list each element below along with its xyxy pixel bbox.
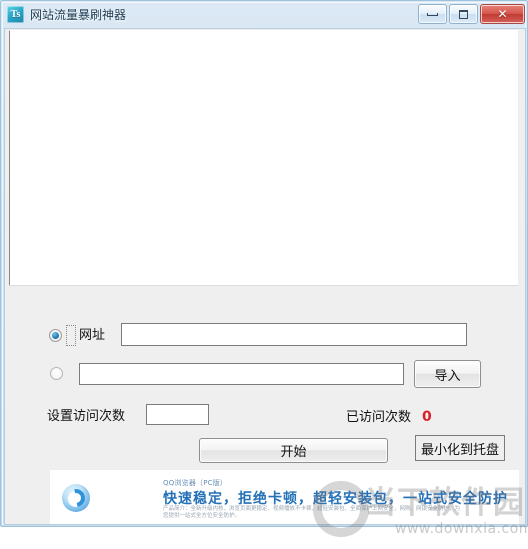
- import-button[interactable]: 导入: [414, 360, 481, 388]
- window-controls: ✕: [418, 4, 525, 24]
- qq-browser-logo-icon: [62, 484, 90, 512]
- ad-kicker: QQ浏览器（PC版）: [163, 479, 228, 487]
- minimize-icon: [419, 5, 446, 23]
- radio-focus-indicator: [66, 325, 76, 346]
- start-button[interactable]: 开始: [199, 438, 388, 463]
- url-label: 网址: [79, 328, 106, 343]
- ad-headline: 快速稳定，拒绝卡顿，超轻安装包，一站式安全防护: [163, 491, 508, 507]
- minimize-to-tray-button[interactable]: 最小化到托盘: [415, 435, 505, 461]
- visited-count-value: 0: [422, 409, 432, 425]
- panel-divider: [9, 285, 518, 286]
- client-area: 网址 导入 设置访问次数 已访问次数 0 开始 最小化到托盘 QQ浏览器（PC版…: [4, 28, 528, 537]
- minimize-button[interactable]: [418, 4, 447, 24]
- app-icon-glyph: Ts: [10, 9, 21, 20]
- application-window: Ts 网站流量暴刷神器 ✕ 网址 导入 设置访问次数 已访问次数 0 开始 最小…: [0, 0, 528, 537]
- visit-count-input[interactable]: [146, 404, 209, 425]
- browser-preview-panel[interactable]: [9, 30, 518, 286]
- window-title: 网站流量暴刷神器: [30, 8, 127, 22]
- close-button[interactable]: ✕: [480, 4, 525, 24]
- visited-count-label: 已访问次数: [346, 410, 412, 425]
- url-input[interactable]: [121, 323, 467, 346]
- app-icon: Ts: [7, 6, 24, 23]
- visit-count-label: 设置访问次数: [47, 409, 126, 424]
- advertisement-banner[interactable]: QQ浏览器（PC版） 快速稳定，拒绝卡顿，超轻安装包，一站式安全防护 产品简介：…: [50, 470, 519, 524]
- title-bar[interactable]: Ts 网站流量暴刷神器 ✕: [3, 3, 527, 27]
- radio-url-mode-dot: [52, 332, 59, 339]
- file-path-input[interactable]: [79, 363, 404, 385]
- ad-subtext: 产品简介：全新升级内核，浏览页面更稳定、视频播放不卡顿、超轻安装包、全面保护上网…: [163, 506, 461, 519]
- maximize-icon: [450, 5, 477, 23]
- radio-file-mode[interactable]: [50, 367, 63, 380]
- close-icon: ✕: [497, 7, 508, 21]
- maximize-button[interactable]: [449, 4, 478, 24]
- radio-url-mode[interactable]: [49, 329, 62, 342]
